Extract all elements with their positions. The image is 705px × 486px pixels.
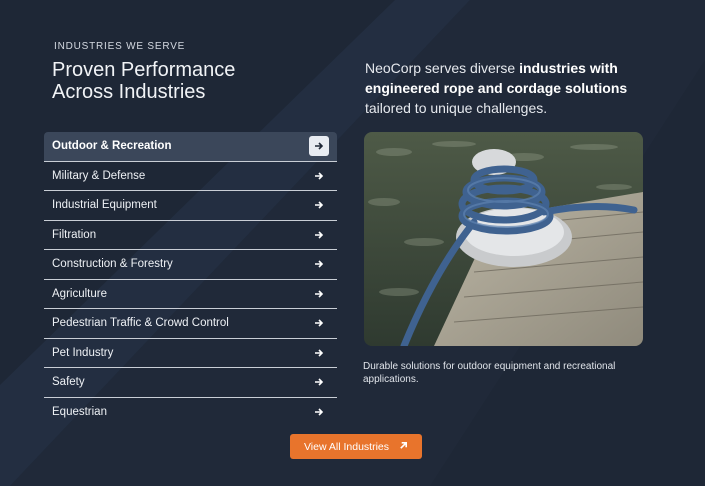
intro-prefix: NeoCorp serves diverse	[365, 60, 520, 76]
industry-list: Outdoor & Recreation Military & Defense …	[44, 132, 337, 427]
industry-label: Filtration	[52, 228, 97, 241]
cta-label: View All Industries	[303, 440, 389, 453]
arrow-right-icon[interactable]	[309, 284, 329, 304]
arrow-right-icon[interactable]	[309, 166, 329, 186]
industry-label: Military & Defense	[52, 169, 146, 182]
arrow-right-icon[interactable]	[309, 402, 329, 422]
industry-label: Agriculture	[52, 287, 107, 300]
industry-item-pedestrian-traffic[interactable]: Pedestrian Traffic & Crowd Control	[44, 309, 337, 339]
industry-item-agriculture[interactable]: Agriculture	[44, 280, 337, 309]
arrow-right-icon[interactable]	[309, 195, 329, 215]
industry-item-industrial-equipment[interactable]: Industrial Equipment	[44, 191, 337, 221]
industry-label: Equestrian	[52, 406, 107, 419]
section-title: Proven Performance Across Industries	[52, 59, 235, 103]
industry-item-outdoor-recreation[interactable]: Outdoor & Recreation	[44, 132, 337, 162]
industry-label: Pet Industry	[52, 346, 114, 359]
feature-caption: Durable solutions for outdoor equipment …	[363, 361, 616, 385]
arrow-right-icon[interactable]	[309, 313, 329, 333]
arrow-right-icon[interactable]	[309, 225, 329, 245]
industry-feature-image	[364, 132, 643, 346]
industry-item-construction-forestry[interactable]: Construction & Forestry	[44, 250, 337, 280]
rope-on-cleat-photo	[364, 132, 643, 346]
industry-item-filtration[interactable]: Filtration	[44, 221, 337, 250]
title-line-2: Across Industries	[52, 81, 206, 103]
industry-label: Outdoor & Recreation	[52, 140, 172, 153]
industry-item-safety[interactable]: Safety	[44, 368, 337, 398]
intro-suffix: tailored to unique challenges.	[365, 100, 548, 116]
industry-item-pet-industry[interactable]: Pet Industry	[44, 339, 337, 368]
title-line-1: Proven Performance	[52, 59, 236, 81]
industry-label: Pedestrian Traffic & Crowd Control	[52, 317, 229, 330]
industry-label: Construction & Forestry	[52, 258, 173, 271]
arrow-right-icon[interactable]	[309, 254, 329, 274]
arrow-right-icon[interactable]	[309, 372, 329, 392]
view-all-industries-button[interactable]: View All Industries	[290, 434, 422, 459]
industry-item-equestrian[interactable]: Equestrian	[44, 398, 337, 428]
industry-label: Industrial Equipment	[52, 199, 157, 212]
arrow-right-icon[interactable]	[309, 136, 329, 157]
arrow-up-right-icon	[399, 441, 408, 453]
industry-label: Safety	[52, 376, 85, 389]
industry-item-military-defense[interactable]: Military & Defense	[44, 162, 337, 191]
section-intro: NeoCorp serves diverse industries with e…	[365, 58, 665, 118]
section-eyebrow: INDUSTRIES WE SERVE	[54, 41, 186, 52]
arrow-right-icon[interactable]	[309, 343, 329, 363]
